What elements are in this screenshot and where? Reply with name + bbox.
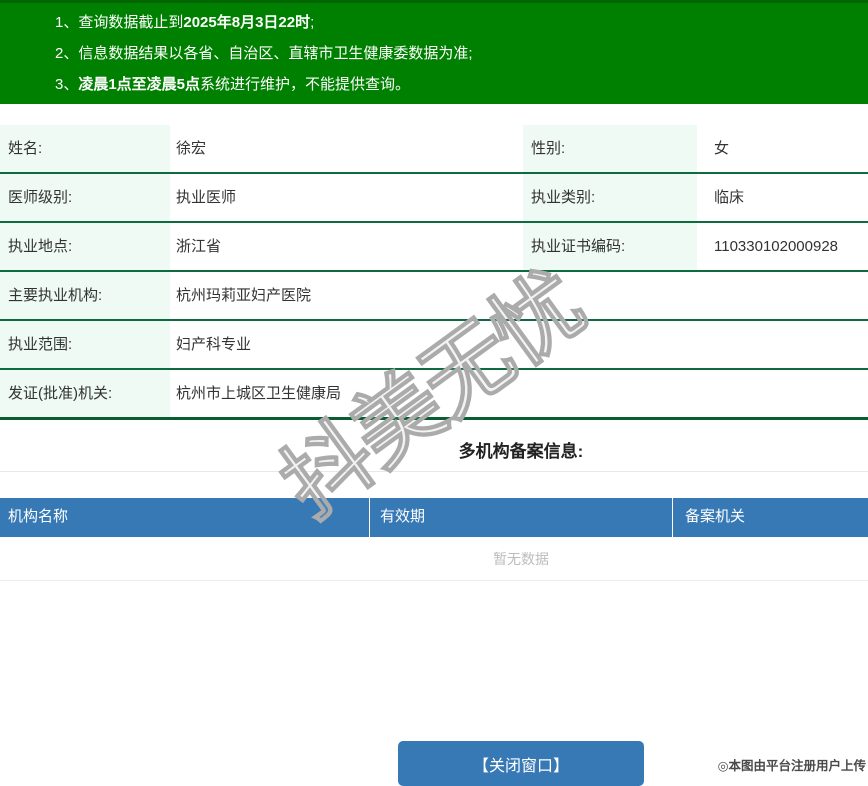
- level-label: 医师级别:: [0, 174, 170, 221]
- column-header-filing-authority: 备案机关: [685, 508, 746, 525]
- column-header-validity: 有效期: [370, 498, 673, 537]
- main-org-label: 主要执业机构:: [0, 272, 170, 319]
- issuer-value: 杭州市上城区卫生健康局: [176, 385, 342, 402]
- notice-text: 查询数据截止到: [78, 14, 184, 31]
- level-value: 执业医师: [176, 189, 237, 206]
- location-value: 浙江省: [176, 238, 222, 255]
- name-value: 徐宏: [176, 140, 207, 157]
- table-row-location-certno: 执业地点: 浙江省 执业证书编码: 110330102000928: [0, 223, 868, 272]
- issuer-label: 发证(批准)机关:: [0, 370, 170, 417]
- notice-text-bold: 2025年8月3日22时: [183, 14, 311, 31]
- cert-no-label: 执业证书编码:: [523, 223, 697, 270]
- notice-number: 3、: [55, 76, 79, 93]
- notice-line-1: 1、查询数据截止到2025年8月3日22时;: [55, 7, 868, 38]
- notice-line-2: 2、信息数据结果以各省、自治区、直辖市卫生健康委数据为准;: [55, 38, 868, 69]
- doctor-info-table: 姓名: 徐宏 性别: 女 医师级别: 执业医师 执业类别: 临床 执业地点: 浙…: [0, 125, 868, 420]
- notice-text: 信息数据结果以各省、自治区、直辖市卫生健康委数据为准;: [78, 45, 473, 62]
- scope-value: 妇产科专业: [176, 336, 252, 353]
- main-org-value: 杭州玛莉亚妇产医院: [176, 287, 312, 304]
- no-data-text: 暂无数据: [0, 537, 868, 581]
- notice-text: 系统进行维护，不能提供查询。: [200, 76, 411, 93]
- filing-section-title: 多机构备案信息:: [0, 420, 868, 472]
- notice-banner: 1、查询数据截止到2025年8月3日22时; 2、信息数据结果以各省、自治区、直…: [0, 0, 868, 104]
- cert-no-value: 110330102000928: [714, 238, 839, 255]
- gender-value: 女: [714, 140, 730, 157]
- filing-table-header: 机构名称 有效期 备案机关: [0, 498, 868, 537]
- location-label: 执业地点:: [0, 223, 170, 270]
- gender-label: 性别:: [523, 125, 697, 172]
- category-value: 临床: [714, 189, 745, 206]
- table-row-level-category: 医师级别: 执业医师 执业类别: 临床: [0, 174, 868, 223]
- scope-label: 执业范围:: [0, 321, 170, 368]
- table-row-name-gender: 姓名: 徐宏 性别: 女: [0, 125, 868, 174]
- category-label: 执业类别:: [523, 174, 697, 221]
- column-header-org-name: 机构名称: [0, 498, 370, 537]
- name-label: 姓名:: [0, 125, 170, 172]
- notice-number: 2、: [55, 45, 79, 62]
- notice-number: 1、: [55, 14, 79, 31]
- table-row-main-org: 主要执业机构: 杭州玛莉亚妇产医院: [0, 272, 868, 321]
- table-row-scope: 执业范围: 妇产科专业: [0, 321, 868, 370]
- photo-credit-watermark: ◎本图由平台注册用户上传: [717, 759, 866, 773]
- table-row-issuer: 发证(批准)机关: 杭州市上城区卫生健康局: [0, 370, 868, 420]
- notice-line-3: 3、凌晨1点至凌晨5点系统进行维护，不能提供查询。: [55, 69, 868, 100]
- notice-text-bold: 凌晨1点至凌晨5点: [78, 76, 201, 93]
- page: 1、查询数据截止到2025年8月3日22时; 2、信息数据结果以各省、自治区、直…: [0, 0, 868, 786]
- close-window-button[interactable]: 【关闭窗口】: [398, 741, 644, 786]
- notice-text: ;: [310, 14, 315, 31]
